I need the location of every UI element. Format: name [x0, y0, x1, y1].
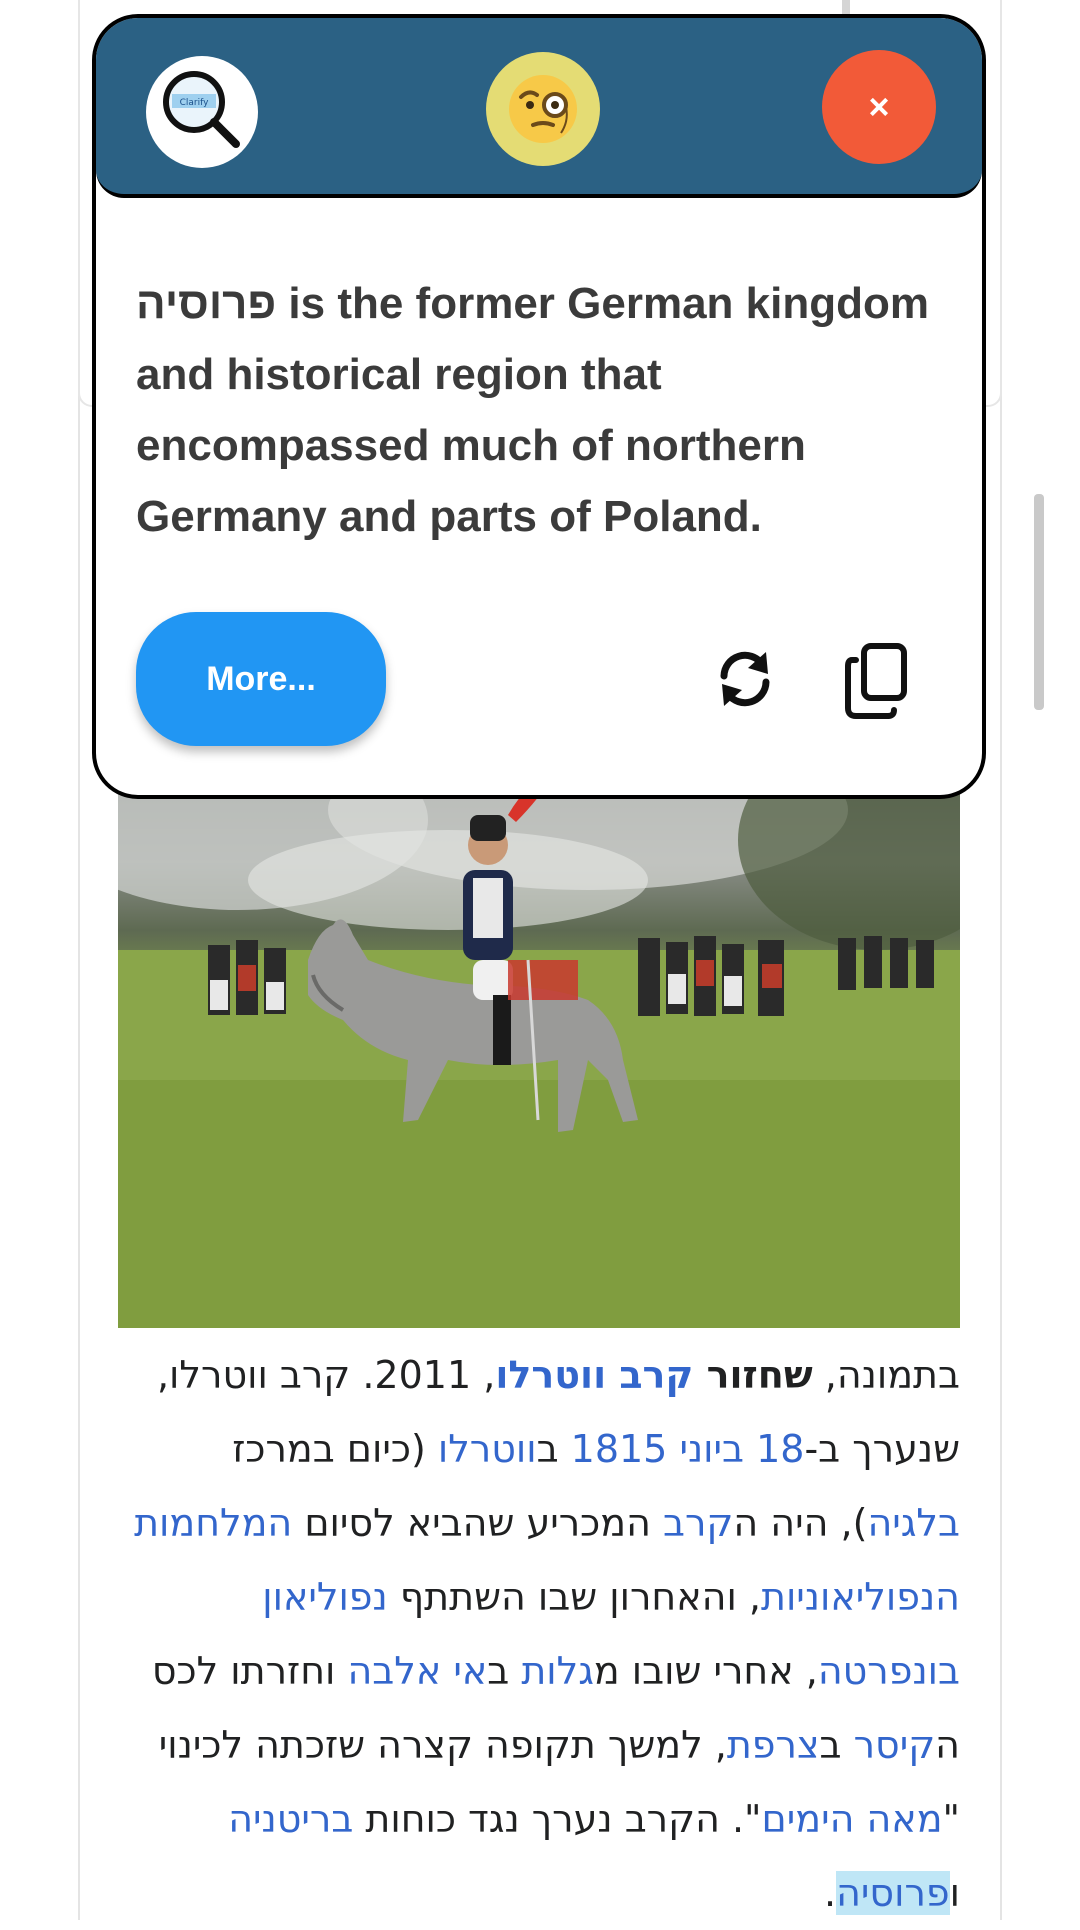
- article-link[interactable]: בלגיה: [867, 1501, 960, 1545]
- close-button[interactable]: ×: [822, 50, 936, 164]
- clarify-magnifier-icon: Clarify: [163, 71, 240, 148]
- article-link[interactable]: 1815: [571, 1427, 668, 1471]
- definition-text: פרוסיה is the former German kingdom and …: [136, 279, 929, 541]
- popup-header: Clarify ×: [96, 18, 982, 198]
- article-text-run: המכריע שהביא לסיום: [292, 1501, 663, 1545]
- clarify-logo-button[interactable]: Clarify: [146, 56, 258, 168]
- monocle-button[interactable]: [486, 52, 600, 166]
- clarify-logo-text: Clarify: [180, 98, 210, 108]
- face-with-monocle-icon: [509, 75, 577, 143]
- article-text-run: שחזור: [693, 1353, 813, 1397]
- article-link[interactable]: פרוסיה: [836, 1871, 950, 1915]
- article-link[interactable]: בריטניה: [228, 1797, 353, 1841]
- article-link[interactable]: גלות: [521, 1649, 594, 1693]
- article-link[interactable]: קרב ווטרלו: [495, 1353, 693, 1397]
- article-text-run: , והאחרון שבו השתתף: [387, 1575, 761, 1619]
- more-button[interactable]: More...: [136, 612, 386, 746]
- top-divider: [842, 0, 850, 14]
- article-text-run: , אחרי שובו מ: [593, 1649, 818, 1693]
- article-link[interactable]: אי אלבה: [347, 1649, 487, 1693]
- article-text-run: בתמונה,: [812, 1353, 960, 1397]
- article-link[interactable]: מאה הימים: [762, 1797, 943, 1841]
- article-text-run: .: [824, 1871, 837, 1915]
- clarify-popup: Clarify × פרוסיה is the former German ki…: [92, 14, 986, 799]
- article-link[interactable]: קרב: [663, 1501, 733, 1545]
- article-text-run: ב: [536, 1427, 571, 1471]
- scrollbar[interactable]: [1034, 494, 1044, 710]
- article-text-run: ב: [487, 1649, 522, 1693]
- article-link[interactable]: 18 ביוני: [679, 1427, 804, 1471]
- article-link[interactable]: ווטרלו: [438, 1427, 537, 1471]
- article-text-run: (כיום במרכז: [232, 1427, 438, 1471]
- waterloo-reenactment-photo: [118, 760, 960, 1328]
- article-text-run: [667, 1427, 679, 1471]
- close-icon: ×: [868, 86, 890, 127]
- article-text-run: ), היה ה: [733, 1501, 868, 1545]
- copy-icon[interactable]: [844, 642, 910, 720]
- article-text-run: ". הקרב נערך נגד כוחות: [353, 1797, 762, 1841]
- article-link[interactable]: צרפת: [727, 1723, 820, 1767]
- more-button-label: More...: [206, 659, 316, 698]
- article-caption: בתמונה, שחזור קרב ווטרלו, 2011. קרב ווטר…: [118, 1338, 960, 1930]
- refresh-icon[interactable]: [714, 648, 776, 710]
- article-link[interactable]: קיסר: [854, 1723, 936, 1767]
- article-text-run: ב: [819, 1723, 854, 1767]
- article-text-run: ו: [949, 1871, 960, 1915]
